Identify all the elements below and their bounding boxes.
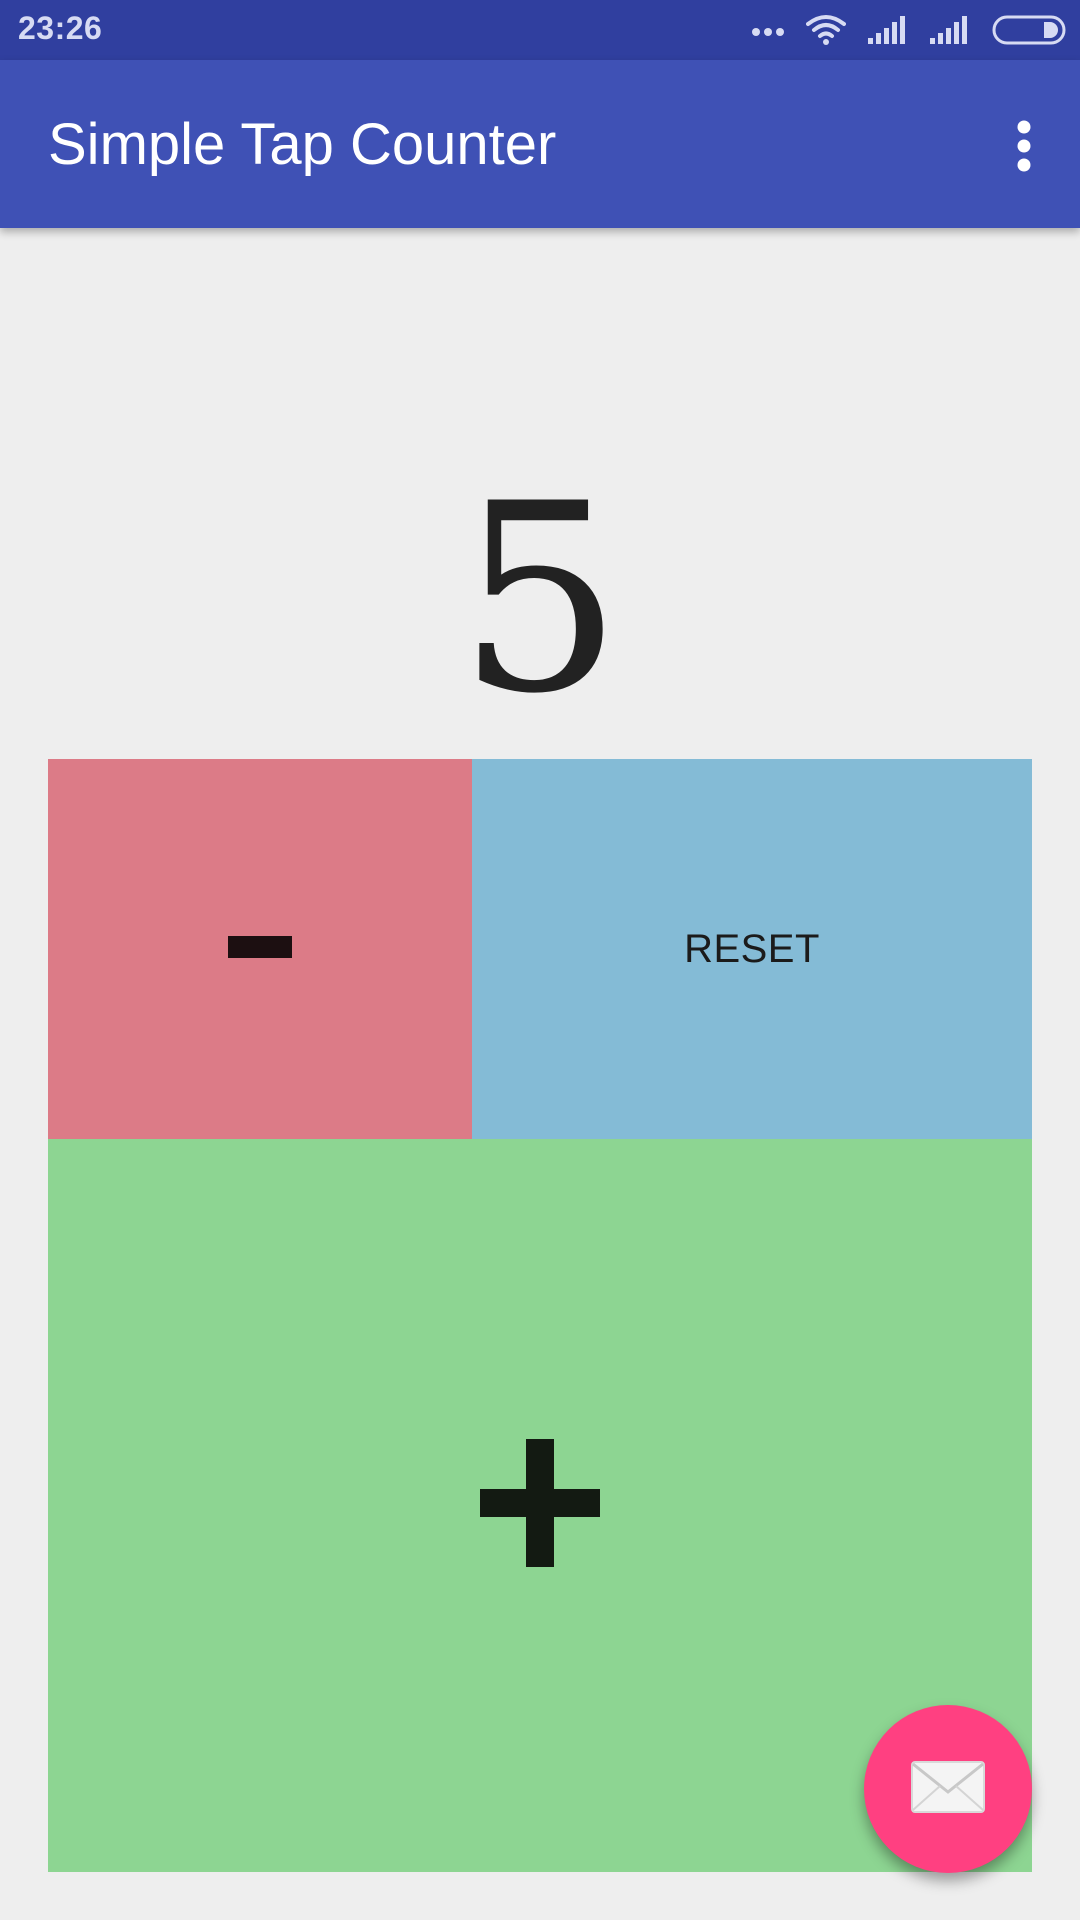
status-icons xyxy=(752,12,1066,48)
status-bar: 23:26 xyxy=(0,0,1080,60)
reset-button[interactable]: RESET xyxy=(472,759,1032,1139)
reset-label: RESET xyxy=(684,926,820,971)
screen: 23:26 Simple Tap Counter 5 RESET xyxy=(0,0,1080,1920)
signal-icon xyxy=(868,16,908,44)
wifi-icon xyxy=(806,14,846,46)
mail-fab-button[interactable] xyxy=(864,1705,1032,1873)
decrement-button[interactable] xyxy=(48,759,472,1139)
app-title: Simple Tap Counter xyxy=(48,112,557,177)
mail-icon xyxy=(910,1760,986,1819)
status-time: 23:26 xyxy=(18,10,103,46)
app-bar: Simple Tap Counter xyxy=(0,60,1080,228)
signal-icon xyxy=(930,16,970,44)
plus-icon xyxy=(480,1439,600,1572)
overflow-menu-button[interactable] xyxy=(988,112,1060,184)
minus-icon xyxy=(228,934,292,965)
more-dots-icon xyxy=(752,24,784,36)
overflow-menu-icon xyxy=(1016,120,1032,177)
battery-icon xyxy=(992,15,1066,45)
counter-value: 5 xyxy=(457,449,623,751)
